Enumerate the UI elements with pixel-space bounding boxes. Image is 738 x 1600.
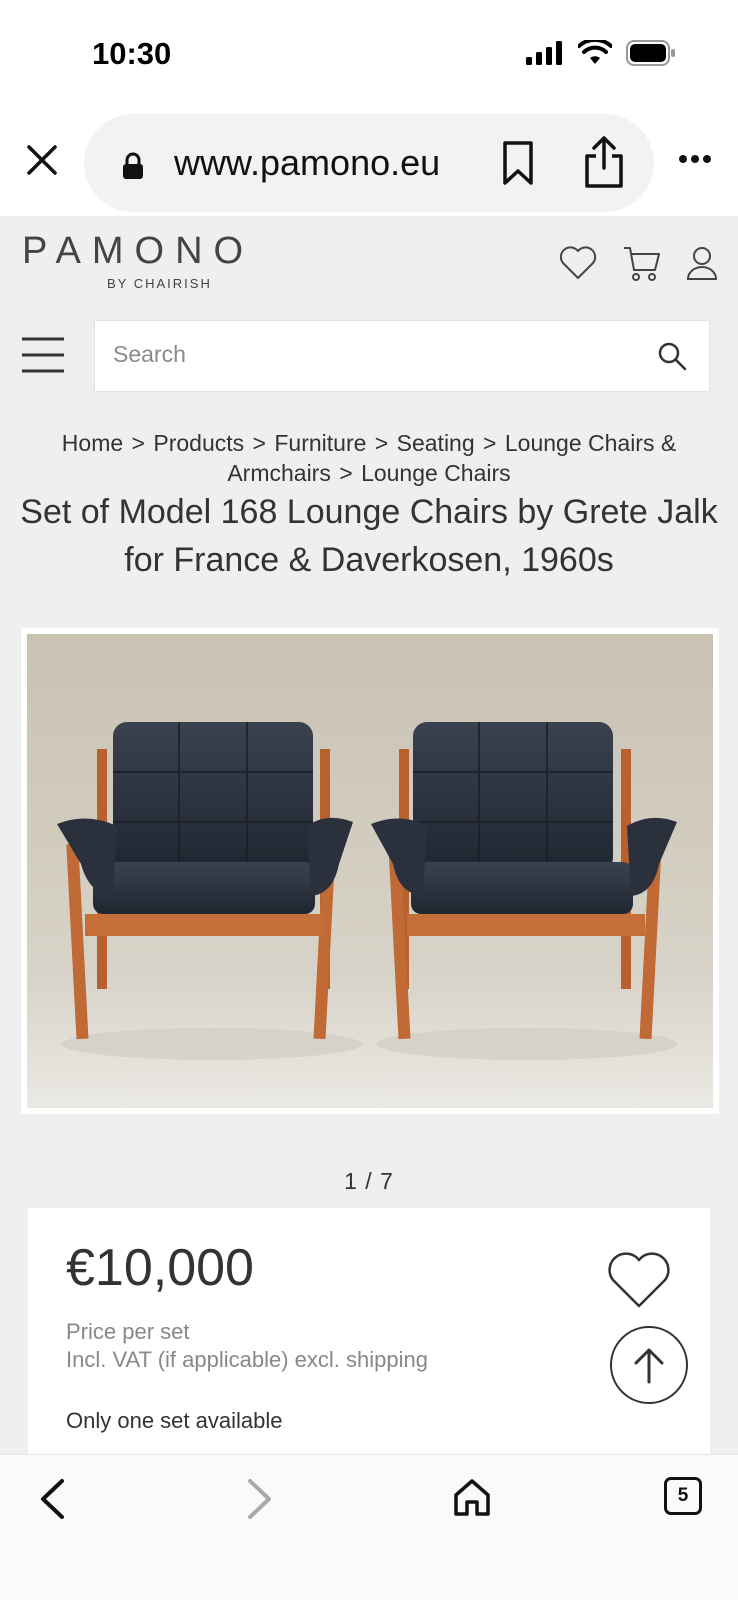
cart-icon[interactable] — [622, 244, 662, 282]
home-icon[interactable] — [452, 1477, 492, 1517]
breadcrumb-separator: > — [131, 430, 145, 456]
image-counter: 1 / 7 — [344, 1168, 394, 1194]
breadcrumb-products[interactable]: Products — [153, 430, 244, 456]
wishlist-heart-icon[interactable] — [606, 1252, 672, 1310]
address-bar[interactable]: www.pamono.eu — [84, 114, 654, 212]
web-page: PAMONO BY CHAIRISH H — [0, 216, 738, 1454]
breadcrumb-home[interactable]: Home — [62, 430, 123, 456]
back-icon[interactable] — [38, 1477, 66, 1521]
wifi-icon — [578, 40, 612, 64]
breadcrumb-separator: > — [374, 430, 389, 456]
search-input[interactable] — [113, 341, 633, 368]
product-title: Set of Model 168 Lounge Chairs by Grete … — [20, 493, 718, 579]
product-photo — [27, 634, 713, 1108]
availability: Only one set available — [66, 1408, 283, 1433]
product-image-gallery[interactable] — [21, 628, 719, 1114]
price-note: Price per set Incl. VAT (if applicable) … — [66, 1318, 428, 1374]
bookmark-icon[interactable] — [500, 140, 536, 186]
breadcrumb-separator: > — [252, 430, 266, 456]
breadcrumb-separator: > — [483, 430, 497, 456]
price: €10,000 — [66, 1239, 254, 1297]
close-button[interactable] — [20, 138, 64, 182]
hamburger-icon — [22, 337, 64, 373]
heart-icon[interactable] — [558, 245, 598, 281]
url-text: www.pamono.eu — [174, 142, 441, 183]
browser-bottom-toolbar: 5 — [0, 1454, 738, 1600]
header-actions — [558, 244, 718, 282]
cellular-signal-icon — [526, 41, 562, 65]
logo-subtitle: BY CHAIRISH — [107, 276, 212, 291]
close-icon — [27, 145, 57, 175]
status-bar: 10:30 — [0, 0, 738, 108]
forward-icon[interactable] — [246, 1477, 274, 1521]
tabs-button[interactable]: 5 — [664, 1477, 702, 1515]
price-unit: Price per set — [66, 1319, 190, 1344]
breadcrumb-seating[interactable]: Seating — [397, 430, 475, 456]
share-icon[interactable] — [582, 134, 626, 190]
status-icons — [526, 40, 676, 66]
arrow-up-icon — [634, 1348, 664, 1384]
more-icon[interactable] — [678, 154, 712, 164]
scroll-to-top-button[interactable] — [610, 1326, 688, 1404]
breadcrumb-separator: > — [339, 460, 353, 486]
price-card: €10,000 Price per set Incl. VAT (if appl… — [28, 1208, 710, 1454]
breadcrumb: Home > Products > Furniture > Seating > … — [20, 428, 718, 488]
lock-icon — [123, 152, 143, 179]
search-icon[interactable] — [657, 341, 687, 371]
menu-button[interactable] — [20, 336, 66, 376]
browser-toolbar: www.pamono.eu — [0, 108, 738, 216]
user-icon[interactable] — [686, 245, 718, 281]
price-tax-note: Incl. VAT (if applicable) excl. shipping — [66, 1347, 428, 1372]
battery-icon — [626, 40, 675, 66]
search-box[interactable] — [94, 320, 710, 392]
breadcrumb-lounge-chairs[interactable]: Lounge Chairs — [361, 460, 511, 486]
pamono-logo[interactable]: PAMONO — [22, 230, 254, 273]
status-time: 10:30 — [92, 36, 172, 71]
breadcrumb-furniture[interactable]: Furniture — [274, 430, 366, 456]
site-header: PAMONO BY CHAIRISH — [0, 216, 738, 306]
